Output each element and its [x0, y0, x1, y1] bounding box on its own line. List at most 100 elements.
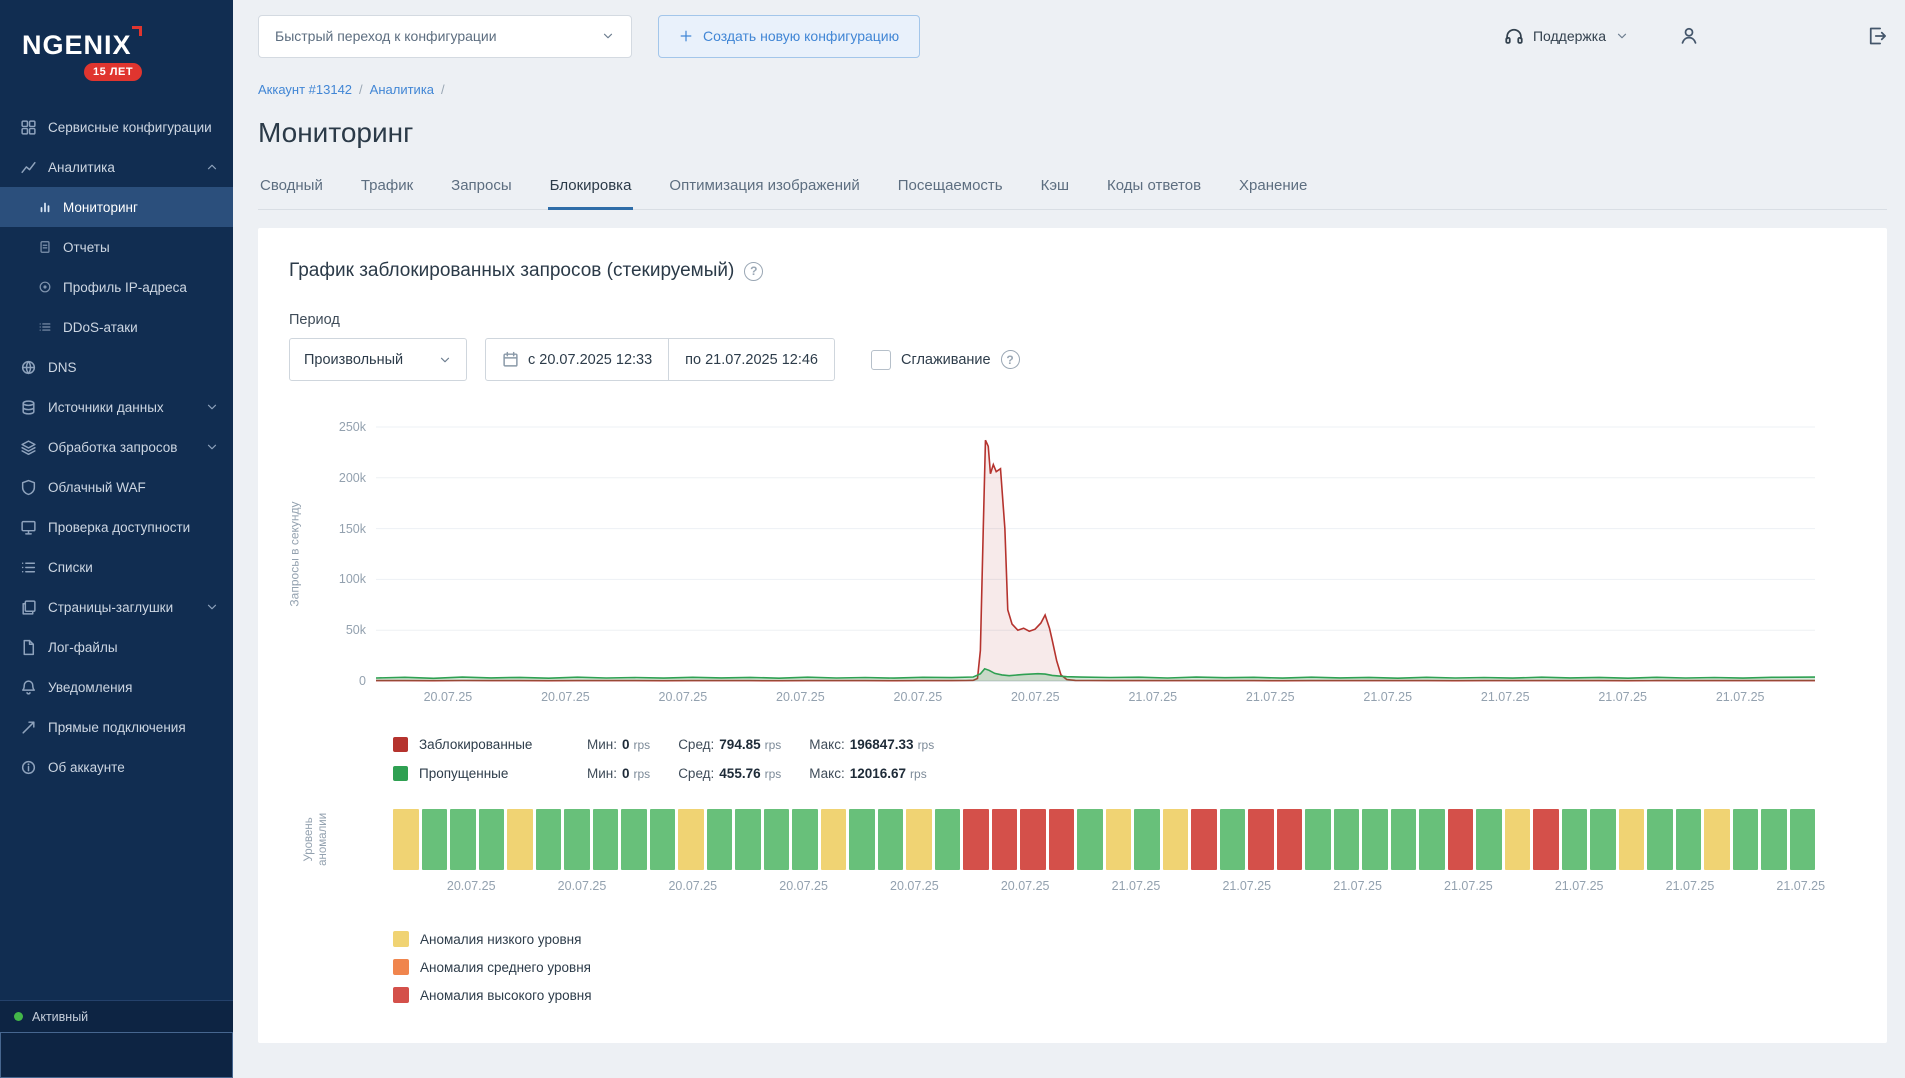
anomaly-bar	[1647, 809, 1673, 870]
page-title: Мониторинг	[258, 117, 1887, 149]
anomaly-bar	[963, 809, 989, 870]
anomaly-bar	[849, 809, 875, 870]
breadcrumb-link[interactable]: Аналитика	[370, 82, 434, 97]
help-icon[interactable]: ?	[1001, 350, 1020, 369]
sidebar-subitem-label: Профиль IP-адреса	[63, 280, 219, 295]
anomaly-bar	[593, 809, 619, 870]
strip-axis-title: Уровень аномалии	[305, 809, 327, 870]
period-controls: Произвольный с 20.07.2025 12:33 по 21.07…	[289, 338, 1855, 381]
legend-stat-unit: rps	[634, 767, 651, 781]
anomaly-bar	[707, 809, 733, 870]
anomaly-bar	[678, 809, 704, 870]
sidebar-item[interactable]: Об аккаунте	[0, 747, 233, 787]
sidebar-item[interactable]: Источники данных	[0, 387, 233, 427]
anomaly-bar	[992, 809, 1018, 870]
quick-config-select-value: Быстрый переход к конфигурации	[275, 28, 497, 44]
panel-card: График заблокированных запросов (стекиру…	[258, 228, 1887, 1043]
sidebar-subitem[interactable]: Профиль IP-адреса	[0, 267, 233, 307]
anniversary-badge: 15 ЛЕТ	[84, 63, 142, 81]
anomaly-legend-swatch	[393, 931, 409, 947]
tab[interactable]: Сводный	[258, 177, 325, 210]
account-status: Активный	[0, 1000, 233, 1032]
breadcrumb-link[interactable]: Аккаунт #13142	[258, 82, 352, 97]
sidebar-subitem[interactable]: Отчеты	[0, 227, 233, 267]
sidebar-item[interactable]: DNS	[0, 347, 233, 387]
blocked-requests-chart: Запросы в секунду 050k100k150k200k250k	[376, 427, 1815, 681]
y-tick-label: 250k	[339, 420, 366, 434]
y-tick-label: 200k	[339, 471, 366, 485]
create-config-button[interactable]: Создать новую конфигурацию	[658, 15, 920, 58]
anomaly-bar	[479, 809, 505, 870]
legend-row: ЗаблокированныеМин:0rpsСред:794.85rpsМак…	[393, 734, 1855, 754]
x-tick-label: 20.07.25	[558, 879, 607, 893]
x-tick-label: 21.07.25	[1555, 879, 1604, 893]
user-button[interactable]	[1679, 26, 1699, 46]
support-label: Поддержка	[1533, 28, 1606, 44]
sidebar-item-label: Уведомления	[48, 680, 219, 695]
x-tick-label: 20.07.25	[894, 690, 943, 704]
smoothing-checkbox[interactable]	[871, 350, 891, 370]
sidebar-item[interactable]: Прямые подключения	[0, 707, 233, 747]
logout-button[interactable]	[1867, 26, 1887, 46]
sidebar-subitem[interactable]: DDoS-атаки	[0, 307, 233, 347]
sidebar-item[interactable]: Страницы-заглушки	[0, 587, 233, 627]
sidebar-item-label: Прямые подключения	[48, 720, 219, 735]
sidebar-item[interactable]: Сервисные конфигурации	[0, 107, 233, 147]
chart-icon	[20, 159, 37, 176]
sidebar-bottom: Активный	[0, 1000, 233, 1078]
sidebar-item[interactable]: Лог-файлы	[0, 627, 233, 667]
anomaly-bar	[450, 809, 476, 870]
series-line	[376, 440, 1815, 681]
sidebar-item[interactable]: Облачный WAF	[0, 467, 233, 507]
period-select[interactable]: Произвольный	[289, 338, 467, 381]
anomaly-bar	[621, 809, 647, 870]
tab[interactable]: Запросы	[449, 177, 514, 210]
sidebar-subitem[interactable]: Мониторинг	[0, 187, 233, 227]
tab[interactable]: Коды ответов	[1105, 177, 1203, 210]
tab[interactable]: Блокировка	[548, 177, 634, 210]
legend-stat-value: 0	[622, 766, 630, 781]
sidebar-item-label: Аналитика	[48, 160, 194, 175]
sidebar-item[interactable]: Списки	[0, 547, 233, 587]
legend-stat-min: Мин:0rps	[587, 766, 650, 781]
sidebar-footer-panel[interactable]	[0, 1032, 233, 1078]
legend-swatch	[393, 766, 408, 781]
tab[interactable]: Оптимизация изображений	[667, 177, 861, 210]
anomaly-bar	[422, 809, 448, 870]
anomaly-bar	[1562, 809, 1588, 870]
sidebar-item-label: DNS	[48, 360, 219, 375]
x-tick-label: 21.07.25	[1598, 690, 1647, 704]
series-area	[376, 669, 1815, 681]
logo[interactable]: NGENIX 15 ЛЕТ	[0, 0, 233, 107]
sidebar-subitem-label: DDoS-атаки	[63, 320, 219, 335]
logout-icon	[1867, 26, 1887, 46]
tab[interactable]: Кэш	[1039, 177, 1071, 210]
sidebar-item[interactable]: Обработка запросов	[0, 427, 233, 467]
legend-stat-value: 12016.67	[850, 766, 906, 781]
anomaly-bar	[1248, 809, 1274, 870]
anomaly-legend-swatch	[393, 987, 409, 1003]
date-to-field[interactable]: по 21.07.2025 12:46	[668, 339, 834, 380]
quick-config-select[interactable]: Быстрый переход к конфигурации	[258, 15, 632, 58]
legend-row: ПропущенныеМин:0rpsСред:455.76rpsМакс:12…	[393, 763, 1855, 783]
plug-icon	[20, 719, 37, 736]
sidebar-item[interactable]: Уведомления	[0, 667, 233, 707]
help-icon[interactable]: ?	[744, 262, 763, 281]
anomaly-bar	[1676, 809, 1702, 870]
tab[interactable]: Трафик	[359, 177, 415, 210]
date-from-field[interactable]: с 20.07.2025 12:33	[486, 339, 668, 380]
support-menu[interactable]: Поддержка	[1504, 26, 1629, 46]
tab[interactable]: Посещаемость	[896, 177, 1005, 210]
sidebar-item[interactable]: Проверка доступности	[0, 507, 233, 547]
legend-stat-value: 196847.33	[850, 737, 914, 752]
chevron-down-icon	[205, 600, 219, 614]
tab[interactable]: Хранение	[1237, 177, 1309, 210]
shield-icon	[20, 479, 37, 496]
anomaly-bar	[1391, 809, 1417, 870]
anomaly-bar	[1334, 809, 1360, 870]
x-tick-label: 20.07.25	[779, 879, 828, 893]
x-tick-label: 20.07.25	[1011, 690, 1060, 704]
sidebar-item[interactable]: Аналитика	[0, 147, 233, 187]
file-icon	[20, 639, 37, 656]
sidebar-subitem-label: Отчеты	[63, 240, 219, 255]
